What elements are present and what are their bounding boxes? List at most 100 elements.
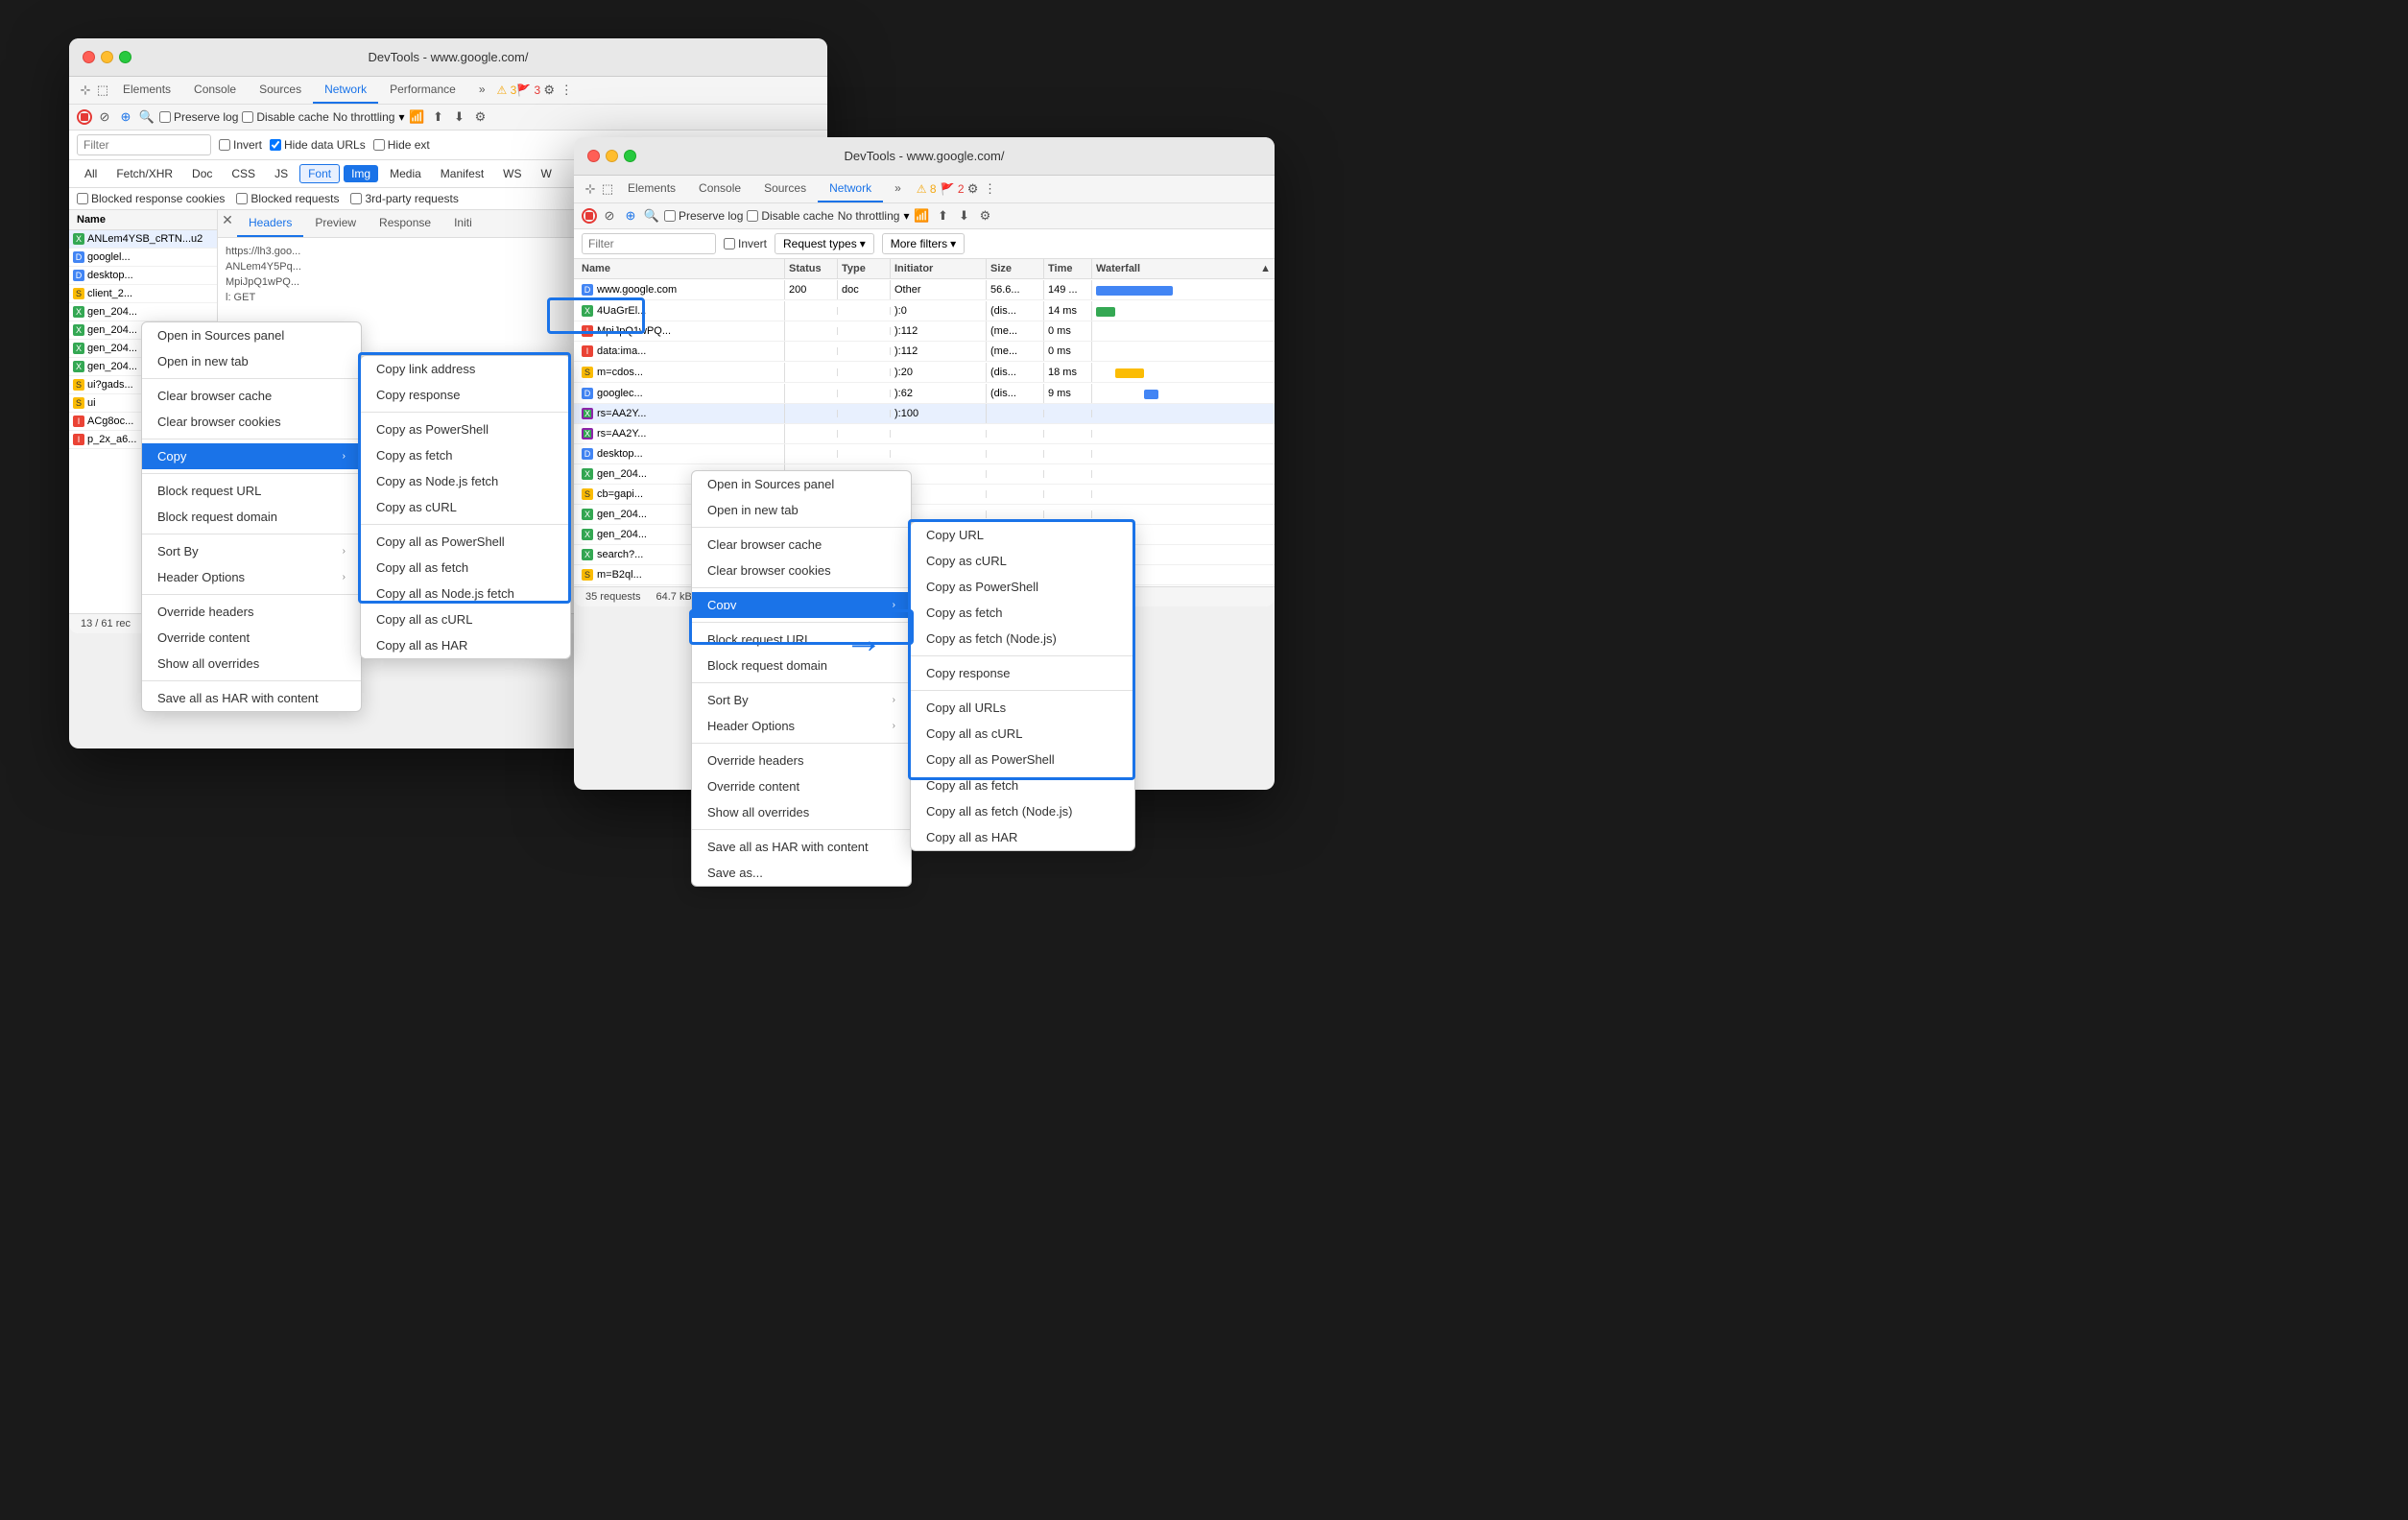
- tab-sources-2[interactable]: Sources: [752, 176, 818, 202]
- download-icon-2[interactable]: ⬇: [955, 207, 972, 225]
- cm1-clear-cache[interactable]: Clear browser cache: [142, 383, 361, 409]
- minimize-button-1[interactable]: [101, 51, 113, 63]
- cm2-clear-cookies[interactable]: Clear browser cookies: [692, 558, 911, 583]
- type-ws-1[interactable]: WS: [495, 165, 529, 182]
- col-type-2[interactable]: Type: [838, 259, 891, 278]
- row2-9[interactable]: Xgen_204...: [574, 464, 1275, 485]
- close-button-2[interactable]: [587, 150, 600, 162]
- row2-5[interactable]: Dgooglec... ):62 (dis... 9 ms: [574, 383, 1275, 404]
- cs1-all-nodejs[interactable]: Copy all as Node.js fetch: [361, 581, 570, 606]
- tab-console-2[interactable]: Console: [687, 176, 752, 202]
- cs1-nodejs[interactable]: Copy as Node.js fetch: [361, 468, 570, 494]
- tab-performance-1[interactable]: Performance: [378, 77, 467, 104]
- type-manifest-1[interactable]: Manifest: [433, 165, 491, 182]
- clear-icon-1[interactable]: ⊘: [96, 108, 113, 126]
- cs2-copy-url[interactable]: Copy URL: [911, 522, 1134, 548]
- maximize-button-1[interactable]: [119, 51, 131, 63]
- cm1-save-har[interactable]: Save all as HAR with content: [142, 685, 361, 711]
- wifi-icon-1[interactable]: 📶: [408, 108, 425, 126]
- row2-0[interactable]: Dwww.google.com 200 doc Other 56.6... 14…: [574, 279, 1275, 300]
- cm2-save-har[interactable]: Save all as HAR with content: [692, 834, 911, 860]
- col-time-2[interactable]: Time: [1044, 259, 1092, 278]
- htab-preview[interactable]: Preview: [303, 210, 368, 237]
- tab-sources-1[interactable]: Sources: [248, 77, 313, 104]
- cm2-override-headers[interactable]: Override headers: [692, 748, 911, 773]
- filter-icon-1[interactable]: ⊕: [117, 108, 134, 126]
- cs1-all-powershell[interactable]: Copy all as PowerShell: [361, 529, 570, 555]
- cm1-show-overrides[interactable]: Show all overrides: [142, 651, 361, 677]
- cs2-all-urls[interactable]: Copy all URLs: [911, 695, 1134, 721]
- settings2-icon-1[interactable]: ⚙: [471, 108, 489, 126]
- third-party-checkbox-1[interactable]: 3rd-party requests: [350, 192, 458, 205]
- cs2-all-curl[interactable]: Copy all as cURL: [911, 721, 1134, 747]
- cs2-all-powershell[interactable]: Copy all as PowerShell: [911, 747, 1134, 772]
- col-initiator-2[interactable]: Initiator: [891, 259, 987, 278]
- type-doc-1[interactable]: Doc: [184, 165, 220, 182]
- cs1-powershell[interactable]: Copy as PowerShell: [361, 416, 570, 442]
- wifi-icon-2[interactable]: 📶: [913, 207, 930, 225]
- preserve-log-checkbox-1[interactable]: Preserve log: [159, 110, 238, 124]
- invert-2[interactable]: Invert: [724, 237, 767, 250]
- cm1-override-headers[interactable]: Override headers: [142, 599, 361, 625]
- device-icon[interactable]: ⬚: [94, 82, 111, 99]
- row2-3[interactable]: Idata:ima... ):112 (me... 0 ms: [574, 342, 1275, 362]
- cm1-block-domain[interactable]: Block request domain: [142, 504, 361, 530]
- tab-more-1[interactable]: »: [467, 77, 497, 104]
- cm2-clear-cache[interactable]: Clear browser cache: [692, 532, 911, 558]
- cm1-open-new-tab[interactable]: Open in new tab: [142, 348, 361, 374]
- row2-1[interactable]: X4UaGrEl... ):0 (dis... 14 ms: [574, 300, 1275, 321]
- cm1-open-sources[interactable]: Open in Sources panel: [142, 322, 361, 348]
- type-media-1[interactable]: Media: [382, 165, 429, 182]
- htab-initi[interactable]: Initi: [442, 210, 484, 237]
- net-row-0[interactable]: X ANLem4YSB_cRTN...u2: [69, 230, 217, 249]
- cm2-override-content[interactable]: Override content: [692, 773, 911, 799]
- filter-input-2[interactable]: [582, 233, 716, 254]
- net-row-4[interactable]: X gen_204...: [69, 303, 217, 321]
- cs1-copy-response[interactable]: Copy response: [361, 382, 570, 408]
- cm1-override-content[interactable]: Override content: [142, 625, 361, 651]
- cs1-all-fetch[interactable]: Copy all as fetch: [361, 555, 570, 581]
- cs2-all-nodejs[interactable]: Copy all as fetch (Node.js): [911, 798, 1134, 824]
- close-headers-1[interactable]: ✕: [218, 210, 237, 229]
- tab-more-2[interactable]: »: [883, 176, 913, 202]
- tab-network-2[interactable]: Network: [818, 176, 883, 202]
- inspector-icon[interactable]: ⊹: [77, 82, 94, 99]
- settings-icon-1[interactable]: ⚙: [540, 82, 558, 99]
- net-row-2[interactable]: D desktop...: [69, 267, 217, 285]
- throttle-2[interactable]: No throttling: [838, 209, 900, 223]
- cm2-copy[interactable]: Copy ›: [692, 592, 911, 618]
- type-fetchxhr-1[interactable]: Fetch/XHR: [108, 165, 180, 182]
- cs2-powershell[interactable]: Copy as PowerShell: [911, 574, 1134, 600]
- cs2-fetch[interactable]: Copy as fetch: [911, 600, 1134, 626]
- type-all-1[interactable]: All: [77, 165, 105, 182]
- net-row-3[interactable]: S client_2...: [69, 285, 217, 303]
- filter-icon-2[interactable]: ⊕: [622, 207, 639, 225]
- cs1-copy-link[interactable]: Copy link address: [361, 356, 570, 382]
- search-icon-2[interactable]: 🔍: [643, 207, 660, 225]
- upload-icon-1[interactable]: ⬆: [429, 108, 446, 126]
- htab-response[interactable]: Response: [368, 210, 442, 237]
- row2-7[interactable]: Xrs=AA2Y...: [574, 424, 1275, 444]
- disable-cache-2[interactable]: Disable cache: [747, 209, 833, 223]
- cs1-curl[interactable]: Copy as cURL: [361, 494, 570, 520]
- cs1-all-curl[interactable]: Copy all as cURL: [361, 606, 570, 632]
- cm2-open-new-tab[interactable]: Open in new tab: [692, 497, 911, 523]
- more-icon-1[interactable]: ⋮: [558, 82, 575, 99]
- row2-6[interactable]: Xrs=AA2Y... ):100: [574, 404, 1275, 424]
- cm2-save-as[interactable]: Save as...: [692, 860, 911, 886]
- cm1-block-url[interactable]: Block request URL: [142, 478, 361, 504]
- blocked-requests-checkbox-1[interactable]: Blocked requests: [236, 192, 339, 205]
- cs2-all-fetch[interactable]: Copy all as fetch: [911, 772, 1134, 798]
- tab-console-1[interactable]: Console: [182, 77, 248, 104]
- htab-headers[interactable]: Headers: [237, 210, 303, 237]
- blocked-cookies-checkbox-1[interactable]: Blocked response cookies: [77, 192, 225, 205]
- col-status-2[interactable]: Status: [785, 259, 838, 278]
- request-types-btn-2[interactable]: Request types ▾: [775, 233, 874, 254]
- cs2-copy-response[interactable]: Copy response: [911, 660, 1134, 686]
- device-icon-2[interactable]: ⬚: [599, 180, 616, 198]
- hide-ext-checkbox-1[interactable]: Hide ext: [373, 138, 430, 152]
- row2-8[interactable]: Ddesktop...: [574, 444, 1275, 464]
- more-icon-2[interactable]: ⋮: [982, 180, 999, 198]
- disable-cache-checkbox-1[interactable]: Disable cache: [242, 110, 328, 124]
- cs2-all-har[interactable]: Copy all as HAR: [911, 824, 1134, 850]
